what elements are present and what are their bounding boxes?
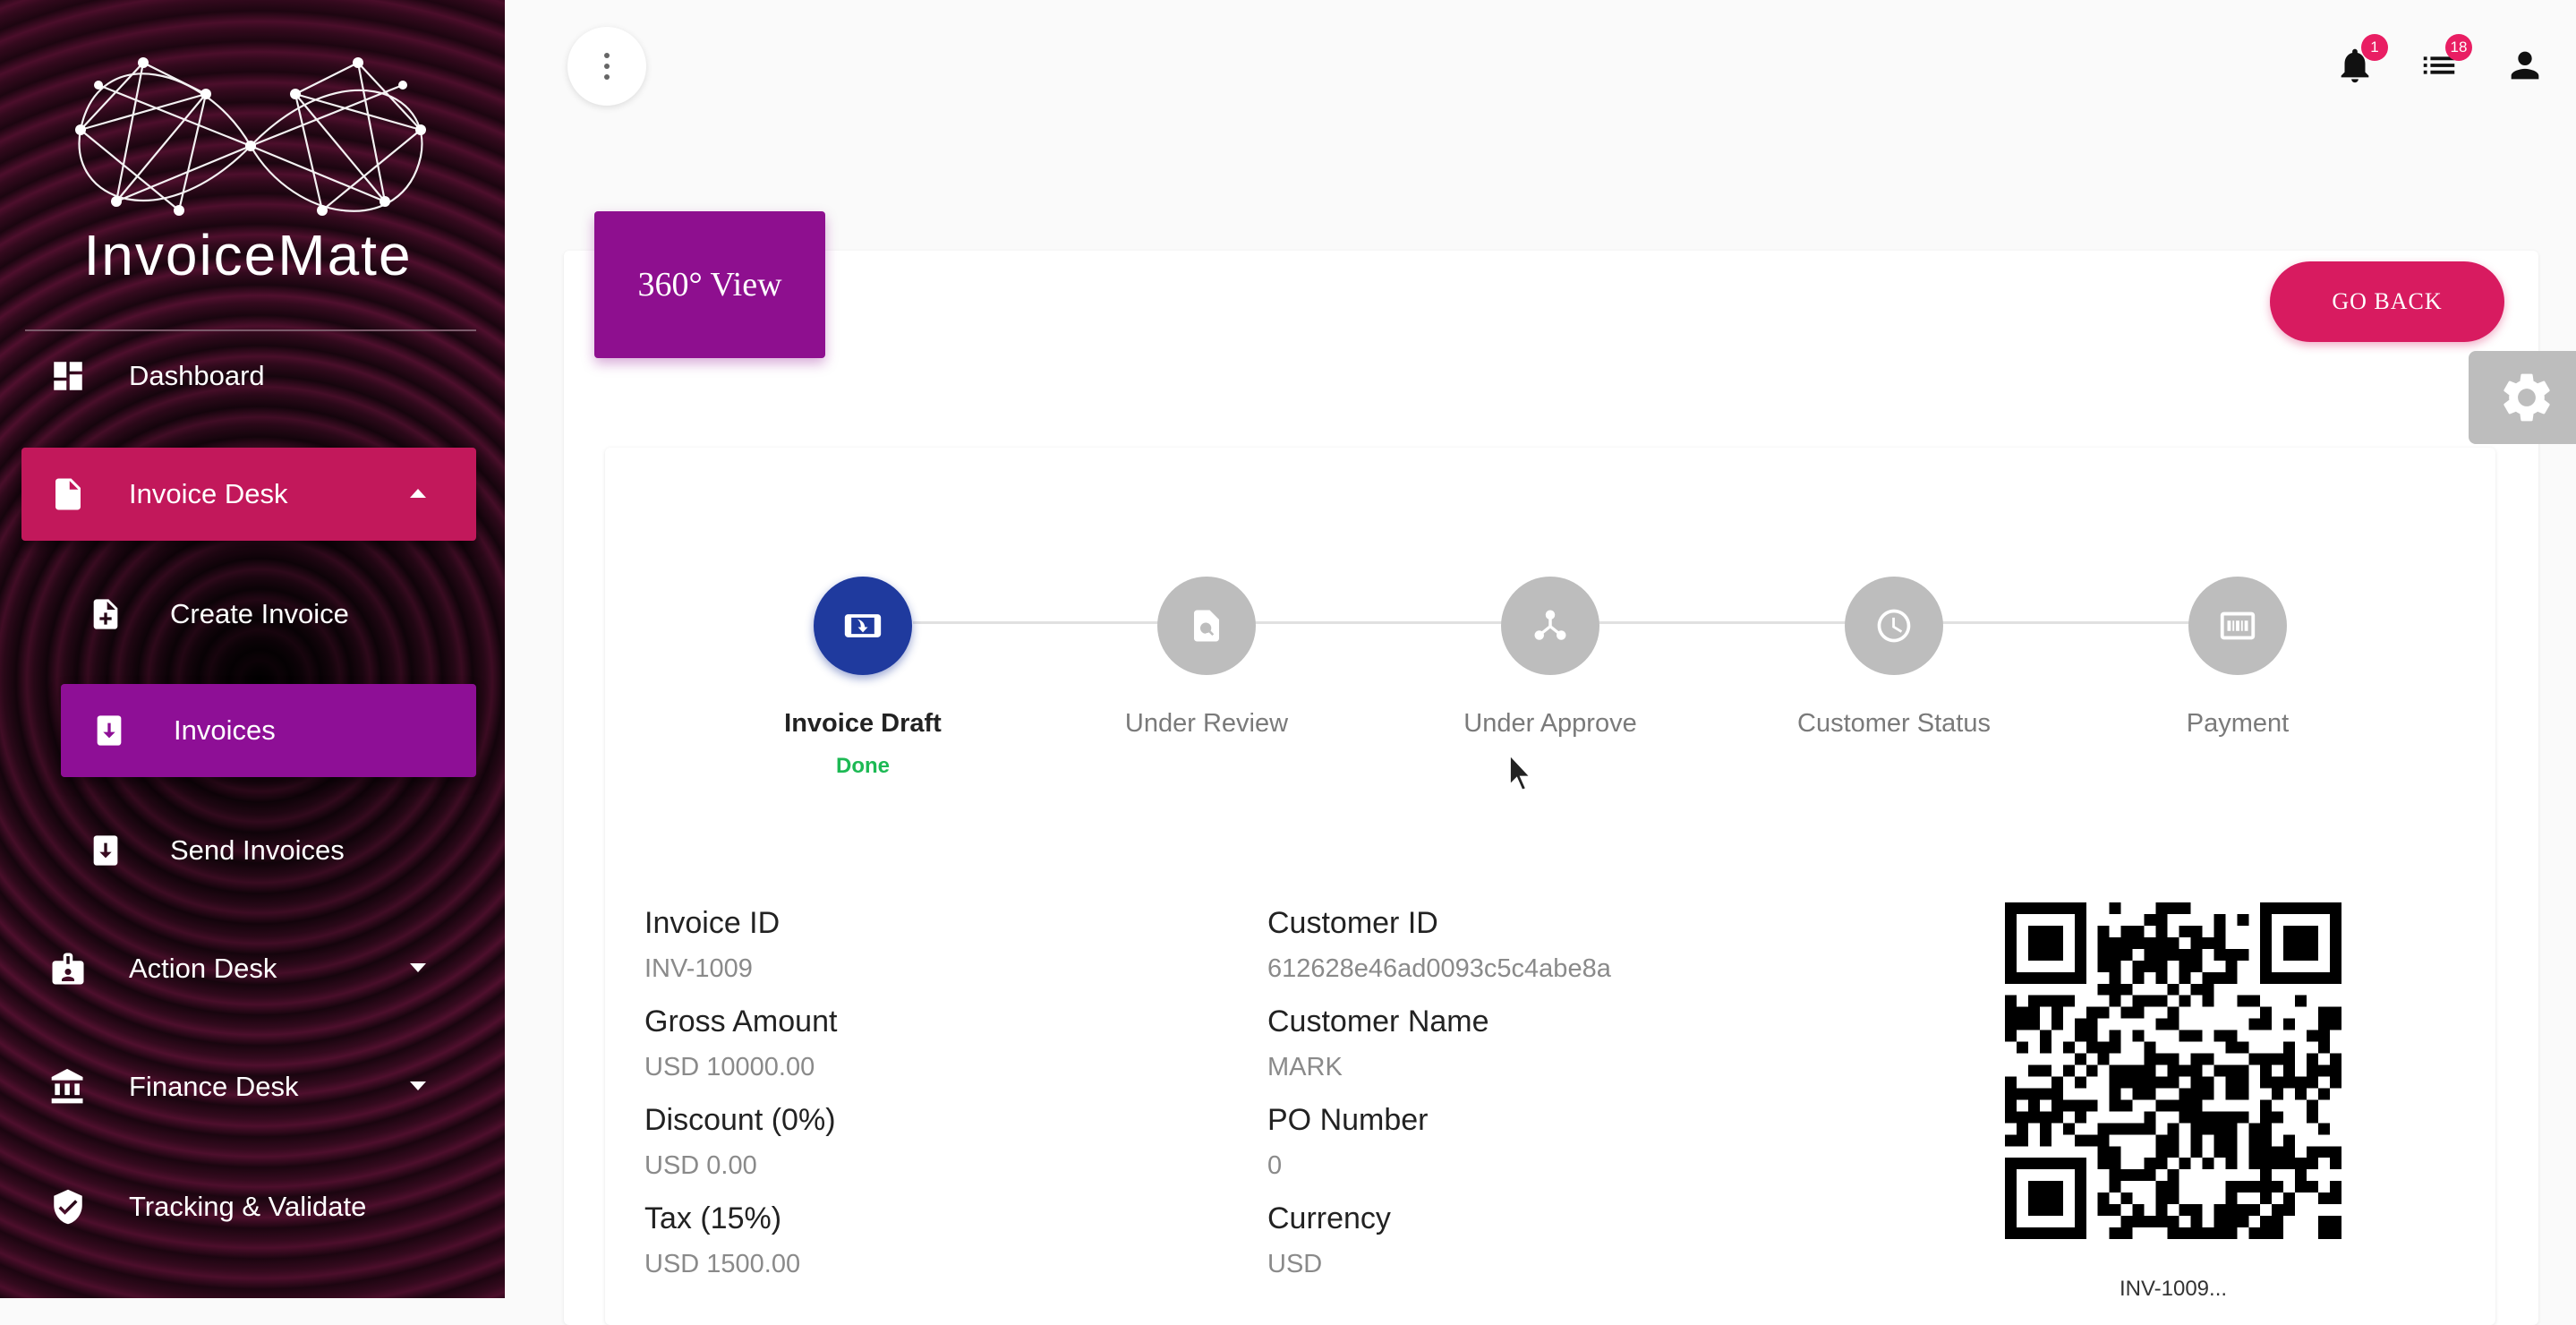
sidebar-item-invoices[interactable]: Invoices — [61, 684, 476, 777]
step-label: Invoice Draft — [784, 709, 942, 738]
app-name: InvoiceMate — [83, 223, 413, 287]
sidebar-item-label: Invoice Desk — [129, 478, 288, 509]
chevron-up-icon — [410, 489, 426, 498]
step-payment[interactable] — [2188, 577, 2287, 675]
settings-button[interactable] — [2469, 351, 2576, 444]
more-vertical-icon — [604, 53, 610, 80]
infinity-network-logo — [75, 57, 426, 216]
step-label: Payment — [2186, 709, 2290, 738]
invoice-download-icon — [86, 831, 125, 870]
step-label: Under Approve — [1463, 709, 1637, 738]
bank-icon — [48, 1067, 88, 1107]
step-status-done: Done — [836, 754, 890, 778]
customer-name-value: MARK — [1267, 1053, 1343, 1081]
sidebar-item-label: Invoices — [174, 714, 276, 746]
invoice-id-label: Invoice ID — [644, 906, 780, 940]
sidebar-item-invoice-desk[interactable]: Invoice Desk — [21, 448, 476, 541]
customer-name-label: Customer Name — [1267, 1004, 1489, 1039]
shield-check-icon — [48, 1187, 88, 1227]
discount-value: USD 0.00 — [644, 1151, 757, 1180]
sidebar-item-dashboard[interactable]: Dashboard — [21, 329, 476, 423]
gross-amount-value: USD 10000.00 — [644, 1053, 815, 1081]
sidebar-item-action-desk[interactable]: Action Desk — [21, 922, 476, 1015]
notification-count-badge: 1 — [2361, 34, 2388, 61]
discount-label: Discount (0%) — [644, 1103, 836, 1137]
hub-icon — [1534, 610, 1566, 640]
invoice-download-icon — [90, 711, 129, 750]
sidebar-item-label: Dashboard — [129, 360, 265, 391]
step-invoice-draft[interactable] — [814, 577, 912, 675]
more-menu-button[interactable] — [567, 27, 646, 106]
sidebar-item-label: Finance Desk — [129, 1071, 299, 1102]
account-button[interactable] — [2504, 45, 2546, 86]
list-count-badge: 18 — [2445, 34, 2472, 61]
clock-icon — [1877, 609, 1911, 643]
step-label: Under Review — [1124, 709, 1289, 738]
document-icon — [48, 474, 88, 514]
invoice-id-value: INV-1009 — [644, 954, 753, 983]
sidebar-item-label: Send Invoices — [170, 834, 345, 866]
task-list-button[interactable]: 18 — [2418, 34, 2472, 86]
person-icon — [2511, 51, 2539, 80]
sidebar-item-create-invoice[interactable]: Create Invoice — [21, 568, 476, 661]
badge-person-icon — [48, 949, 88, 988]
page-title: 360° View — [594, 211, 825, 358]
step-under-approve[interactable] — [1501, 577, 1599, 675]
chevron-down-icon — [410, 1081, 426, 1090]
sidebar-item-label: Tracking & Validate — [129, 1191, 367, 1222]
sidebar-item-send-invoices[interactable]: Send Invoices — [21, 804, 476, 897]
po-number-label: PO Number — [1267, 1103, 1429, 1137]
invoice-qr-code — [2005, 902, 2341, 1239]
customer-id-value: 612628e46ad0093c5c4abe8a — [1267, 954, 1611, 983]
tax-value: USD 1500.00 — [644, 1250, 801, 1278]
currency-value: USD — [1267, 1250, 1323, 1278]
gross-amount-label: Gross Amount — [644, 1004, 838, 1039]
go-back-button[interactable]: GO BACK — [2270, 261, 2504, 342]
mouse-cursor-icon — [1509, 753, 1532, 791]
sidebar-item-label: Create Invoice — [170, 598, 349, 629]
notifications-button[interactable]: 1 — [2334, 34, 2388, 86]
dashboard-icon — [48, 356, 88, 396]
sidebar-item-label: Action Desk — [129, 953, 277, 984]
gear-icon — [2503, 373, 2550, 422]
payment-icon — [2220, 611, 2256, 640]
add-document-icon — [86, 594, 125, 634]
chevron-down-icon — [410, 963, 426, 972]
step-customer-status[interactable] — [1845, 577, 1943, 675]
tax-label: Tax (15%) — [644, 1201, 782, 1235]
po-number-value: 0 — [1267, 1151, 1283, 1180]
step-label: Customer Status — [1797, 709, 1991, 738]
sidebar-item-tracking-validate[interactable]: Tracking & Validate — [21, 1160, 476, 1253]
sidebar-item-finance-desk[interactable]: Finance Desk — [21, 1040, 476, 1133]
step-under-review[interactable] — [1157, 577, 1256, 675]
currency-label: Currency — [1267, 1201, 1391, 1235]
customer-id-label: Customer ID — [1267, 906, 1438, 940]
sidebar: InvoiceMate Dashboard Invoice Desk Creat… — [0, 0, 505, 1298]
mobile-download-icon — [844, 614, 882, 637]
document-search-icon — [1194, 610, 1219, 642]
